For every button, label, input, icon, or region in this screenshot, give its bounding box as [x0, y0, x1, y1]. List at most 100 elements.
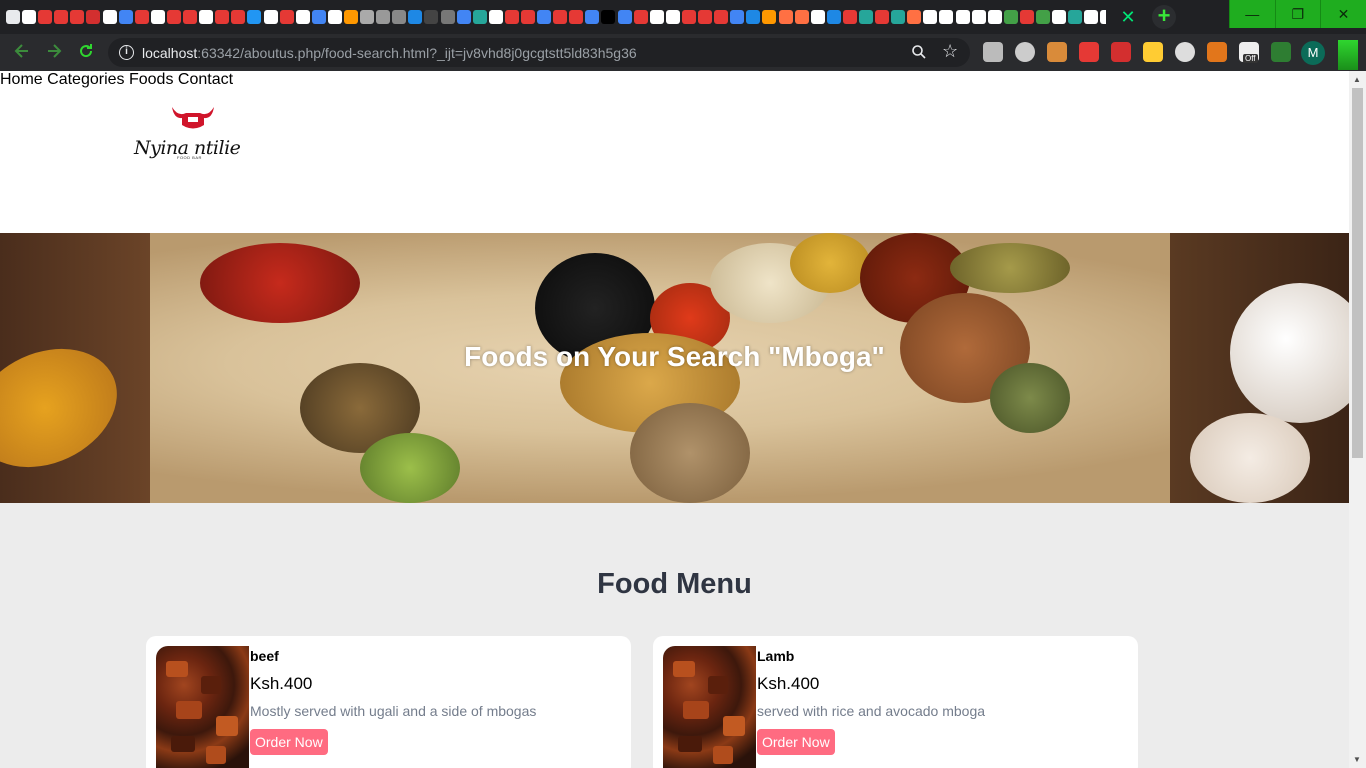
scrollbar-thumb[interactable] — [1352, 88, 1363, 458]
tab-favicon-icon[interactable] — [54, 10, 69, 24]
camera-extension-icon[interactable] — [1015, 42, 1035, 62]
tab-favicon-icon[interactable] — [263, 10, 278, 24]
close-window-button[interactable]: ✕ — [1320, 0, 1366, 28]
back-icon[interactable] — [11, 42, 33, 64]
tab-favicon-icon[interactable] — [360, 10, 375, 24]
tab-favicon-icon[interactable] — [521, 10, 535, 24]
tab-favicon-icon[interactable] — [778, 10, 793, 24]
url-text[interactable]: localhost:63342/aboutus.php/food-search.… — [142, 45, 637, 61]
tab-favicon-icon[interactable] — [231, 10, 246, 24]
tab-favicon-icon[interactable] — [698, 10, 713, 24]
tab-favicon-icon[interactable] — [1052, 10, 1067, 24]
bulb-extension-icon[interactable] — [983, 42, 1003, 62]
tab-favicon-icon[interactable] — [488, 10, 503, 24]
stop-extension-icon[interactable] — [1079, 42, 1099, 62]
tab-favicon-icon[interactable] — [215, 10, 230, 24]
tab-favicon-icon[interactable] — [6, 10, 20, 24]
tab-favicon-icon[interactable] — [376, 10, 391, 24]
minimize-button[interactable]: — — [1229, 0, 1275, 28]
tab-favicon-icon[interactable] — [617, 10, 632, 24]
tab-favicon-icon[interactable] — [166, 10, 181, 24]
tab-favicon-icon[interactable] — [730, 10, 745, 24]
tab-favicon-icon[interactable] — [70, 10, 85, 24]
tab-favicon-icon[interactable] — [1036, 10, 1050, 24]
tab-favicon-icon[interactable] — [456, 10, 471, 24]
tab-favicon-icon[interactable] — [858, 10, 873, 24]
tab-favicon-icon[interactable] — [247, 10, 262, 24]
page-scrollbar[interactable]: ▲ ▼ — [1349, 71, 1366, 768]
nav-categories[interactable]: Categories — [47, 71, 124, 88]
tab-favicon-icon[interactable] — [22, 10, 37, 24]
tab-favicon-icon[interactable] — [1019, 10, 1034, 24]
new-tab-button[interactable]: + — [1152, 5, 1176, 29]
tab-favicon-icon[interactable] — [311, 10, 326, 24]
tab-favicon-icon[interactable] — [424, 10, 439, 24]
nav-foods[interactable]: Foods — [129, 71, 173, 88]
tab-favicon-icon[interactable] — [504, 10, 519, 24]
tab-favicon-icon[interactable] — [1068, 10, 1083, 24]
tab-favicon-icon[interactable] — [1003, 10, 1018, 24]
record-extension-icon[interactable] — [1175, 42, 1195, 62]
tab-favicon-icon[interactable] — [875, 10, 890, 24]
tab-favicon-icon[interactable] — [408, 10, 423, 24]
tab-favicon-icon[interactable] — [472, 10, 487, 24]
reload-icon[interactable] — [75, 42, 97, 64]
tab-favicon-icon[interactable] — [1100, 10, 1106, 24]
tab-favicon-icon[interactable] — [392, 10, 407, 24]
site-info-icon[interactable]: i — [119, 45, 134, 60]
search-icon[interactable] — [911, 44, 927, 60]
tab-favicon-icon[interactable] — [746, 10, 761, 24]
tab-favicon-icon[interactable] — [102, 10, 117, 24]
address-bar[interactable]: i localhost:63342/aboutus.php/food-searc… — [108, 38, 970, 67]
tab-favicon-icon[interactable] — [923, 10, 938, 24]
tab-favicon-icon[interactable] — [891, 10, 906, 24]
site-logo[interactable]: Nyina ntilie FOOD BAR — [134, 103, 246, 167]
tab-favicon-icon[interactable] — [440, 10, 455, 24]
puzzle-extension-icon[interactable] — [1271, 42, 1291, 62]
tab-favicon-icon[interactable] — [585, 10, 600, 24]
tab-favicon-icon[interactable] — [633, 10, 648, 24]
tab-favicon-icon[interactable] — [939, 10, 954, 24]
scroll-up-icon[interactable]: ▲ — [1353, 75, 1361, 84]
tab-favicon-icon[interactable] — [150, 10, 165, 24]
tab-favicons[interactable] — [6, 7, 1106, 27]
forward-icon[interactable] — [43, 42, 65, 64]
tab-favicon-icon[interactable] — [86, 10, 101, 24]
cup-extension-icon[interactable]: Off — [1239, 42, 1259, 63]
tab-favicon-icon[interactable] — [38, 10, 53, 24]
order-now-button[interactable]: Order Now — [757, 729, 835, 755]
bookmark-extension-icon[interactable] — [1111, 42, 1131, 62]
order-now-button[interactable]: Order Now — [250, 729, 328, 755]
fox-extension-icon[interactable] — [1207, 42, 1227, 62]
tab-favicon-icon[interactable] — [279, 10, 294, 24]
close-tab-icon[interactable]: ✕ — [1118, 6, 1138, 28]
profile-avatar[interactable]: M — [1301, 41, 1325, 65]
tab-favicon-icon[interactable] — [842, 10, 857, 24]
tab-favicon-icon[interactable] — [343, 10, 358, 24]
tab-favicon-icon[interactable] — [553, 10, 568, 24]
tab-favicon-icon[interactable] — [907, 10, 922, 24]
tab-favicon-icon[interactable] — [199, 10, 214, 24]
browser-menu-icon[interactable] — [1338, 40, 1358, 70]
tab-favicon-icon[interactable] — [955, 10, 970, 24]
tab-favicon-icon[interactable] — [971, 10, 986, 24]
bookmark-star-icon[interactable]: ☆ — [942, 41, 958, 62]
nav-contact[interactable]: Contact — [178, 71, 233, 88]
tab-favicon-icon[interactable] — [327, 10, 342, 24]
restore-button[interactable]: ❐ — [1274, 0, 1321, 28]
nav-home[interactable]: Home — [0, 71, 43, 88]
tab-favicon-icon[interactable] — [118, 10, 133, 24]
tab-favicon-icon[interactable] — [569, 10, 584, 24]
tab-favicon-icon[interactable] — [134, 10, 149, 24]
tab-favicon-icon[interactable] — [987, 10, 1002, 24]
tab-favicon-icon[interactable] — [649, 10, 664, 24]
tab-favicon-icon[interactable] — [295, 10, 310, 24]
tab-favicon-icon[interactable] — [681, 10, 696, 24]
cookie-extension-icon[interactable] — [1047, 42, 1067, 62]
tab-favicon-icon[interactable] — [714, 10, 729, 24]
tab-favicon-icon[interactable] — [665, 10, 680, 24]
moon-extension-icon[interactable] — [1143, 42, 1163, 62]
tab-favicon-icon[interactable] — [537, 10, 552, 24]
tab-favicon-icon[interactable] — [794, 10, 809, 24]
tab-favicon-icon[interactable] — [826, 10, 841, 24]
